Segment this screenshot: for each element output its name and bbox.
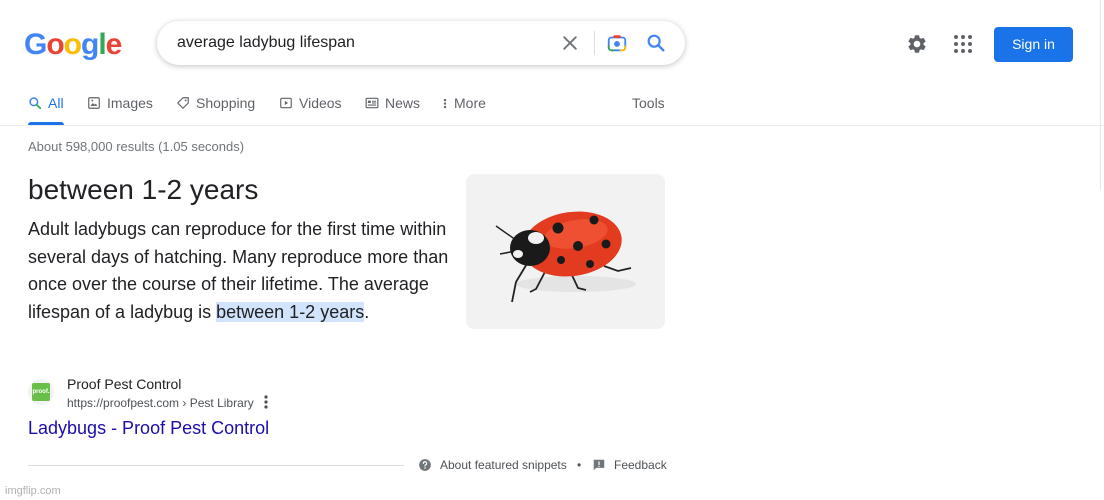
source-name[interactable]: Proof Pest Control: [67, 376, 181, 392]
result-stats: About 598,000 results (1.05 seconds): [28, 139, 245, 154]
logo-letter: l: [98, 28, 106, 61]
about-label: About featured snippets: [440, 458, 567, 472]
help-icon: [419, 459, 431, 471]
play-icon: [280, 97, 292, 109]
snippet-text-after: .: [364, 301, 370, 322]
more-vert-icon[interactable]: [260, 394, 272, 410]
feedback-label: Feedback: [614, 458, 667, 472]
ladybug-image[interactable]: [466, 174, 665, 329]
source-favicon[interactable]: proof.: [28, 379, 54, 405]
result-title-link[interactable]: Ladybugs - Proof Pest Control: [28, 418, 269, 439]
tab-label: Shopping: [196, 95, 256, 111]
tab-label: All: [48, 95, 64, 111]
tools-label: Tools: [632, 95, 665, 111]
snippet-divider: [28, 465, 404, 466]
search-icon[interactable]: [645, 32, 667, 54]
search-box: [157, 21, 685, 65]
google-logo[interactable]: Google: [24, 27, 123, 63]
search-icon: [29, 97, 42, 110]
search-divider: [594, 31, 595, 55]
settings-icon[interactable]: [906, 33, 928, 55]
tab-label: Videos: [299, 95, 342, 111]
camera-icon[interactable]: [606, 32, 628, 54]
tab-videos[interactable]: Videos: [279, 94, 342, 112]
tab-label: News: [385, 95, 421, 111]
tab-label: More: [454, 95, 486, 111]
tag-icon: [177, 97, 189, 109]
snippet-highlight: between 1-2 years: [216, 301, 365, 322]
featured-answer: between 1-2 years: [28, 174, 259, 205]
tab-images[interactable]: Images: [87, 94, 153, 112]
snippet-text: Adult ladybugs can reproduce for the fir…: [28, 216, 453, 326]
watermark: imgflip.com: [5, 485, 61, 497]
tools-button[interactable]: Tools: [632, 94, 665, 112]
clear-icon[interactable]: [560, 33, 580, 53]
sign-in-button[interactable]: Sign in: [994, 27, 1073, 62]
logo-letter: g: [81, 28, 99, 61]
image-icon: [88, 97, 100, 109]
logo-letter: o: [46, 28, 64, 61]
footer-separator: •: [577, 458, 582, 472]
tab-news[interactable]: News: [365, 94, 420, 112]
news-icon: [365, 97, 379, 109]
tab-shopping[interactable]: Shopping: [176, 94, 255, 112]
logo-letter: o: [63, 28, 82, 61]
tab-more[interactable]: More: [442, 94, 486, 112]
logo-letter: e: [105, 28, 123, 61]
logo-letter: G: [24, 28, 47, 61]
tabs-divider: [0, 125, 1104, 126]
favicon-text: proof.: [32, 383, 50, 401]
source-url[interactable]: https://proofpest.com › Pest Library: [67, 396, 254, 410]
search-input[interactable]: [177, 33, 547, 53]
tab-all[interactable]: All: [28, 94, 64, 112]
feedback-button[interactable]: Feedback: [592, 458, 667, 472]
apps-icon[interactable]: [953, 34, 973, 54]
more-vert-icon: [443, 98, 447, 109]
about-featured-snippets[interactable]: About featured snippets: [418, 458, 567, 472]
scrollbar-track[interactable]: [1100, 0, 1101, 190]
feedback-icon: [593, 459, 605, 471]
tab-label: Images: [107, 95, 153, 111]
